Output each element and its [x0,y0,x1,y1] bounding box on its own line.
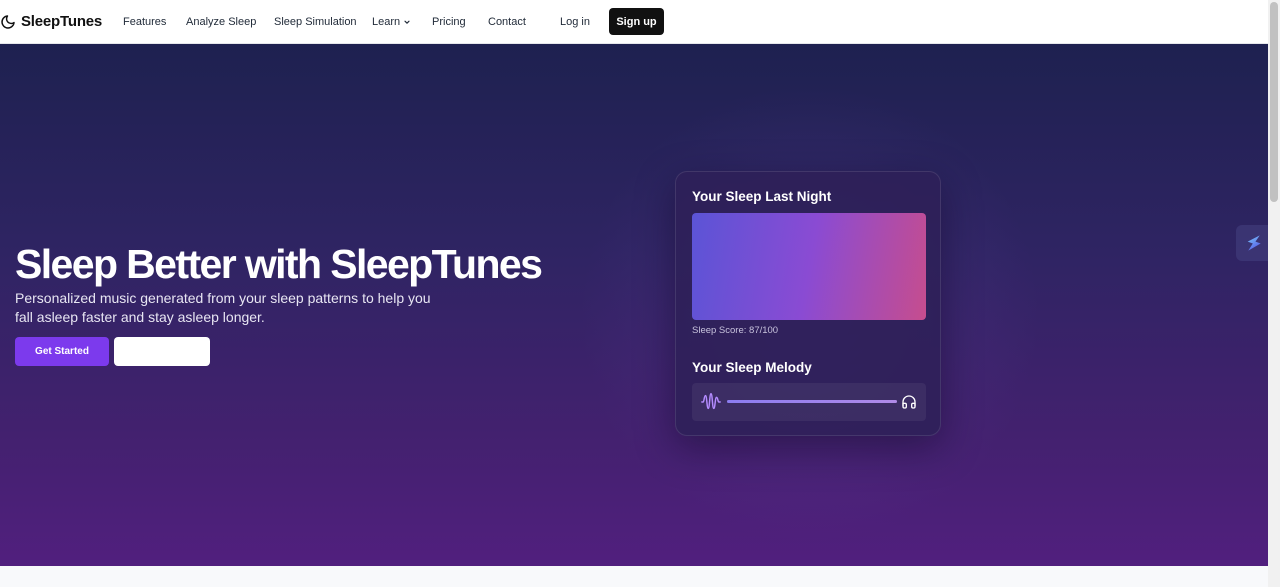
nav-link-features[interactable]: Features [123,0,166,43]
nav-link-sleep-simulation[interactable]: Sleep Simulation [274,0,357,43]
nav-link-contact[interactable]: Contact [488,0,526,43]
sleep-melody-heading: Your Sleep Melody [692,360,812,375]
sleep-card: Your Sleep Last Night Sleep Score: 87/10… [675,171,941,436]
headphones-icon[interactable] [901,394,917,410]
floating-widget-button[interactable] [1236,225,1272,261]
nav-link-pricing[interactable]: Pricing [432,0,466,43]
next-section-edge [0,566,1268,587]
waveform-icon [701,393,721,410]
page-scrollbar[interactable] [1268,0,1280,587]
login-link[interactable]: Log in [560,0,590,43]
chevron-down-icon [404,20,410,24]
secondary-cta-button[interactable] [114,337,210,366]
sleep-visualization [692,213,926,320]
sleep-score-text: Sleep Score: 87/100 [692,325,779,336]
scrollbar-thumb[interactable] [1270,2,1278,202]
get-started-button[interactable]: Get Started [15,337,109,366]
navbar: SleepTunes Features Analyze Sleep Sleep … [0,0,1268,44]
sleep-last-night-heading: Your Sleep Last Night [692,189,832,204]
signup-button[interactable]: Sign up [609,8,664,35]
hero-section: Sleep Better with SleepTunes Personalize… [0,44,1268,566]
melody-progress-fill [727,400,897,403]
hero-title: Sleep Better with SleepTunes [15,241,543,287]
nav-dropdown-learn[interactable]: Learn [372,0,411,43]
nav-link-analyze-sleep[interactable]: Analyze Sleep [186,0,256,43]
lightning-widget-icon [1247,235,1261,251]
brand-name: SleepTunes [21,13,103,30]
nav-learn-label: Learn [372,15,401,28]
moon-icon [1,14,15,29]
brand-logo[interactable]: SleepTunes [0,0,102,43]
hero-subtitle: Personalized music generated from your s… [15,290,431,325]
melody-progress-track[interactable] [727,400,897,403]
melody-player [692,383,926,421]
